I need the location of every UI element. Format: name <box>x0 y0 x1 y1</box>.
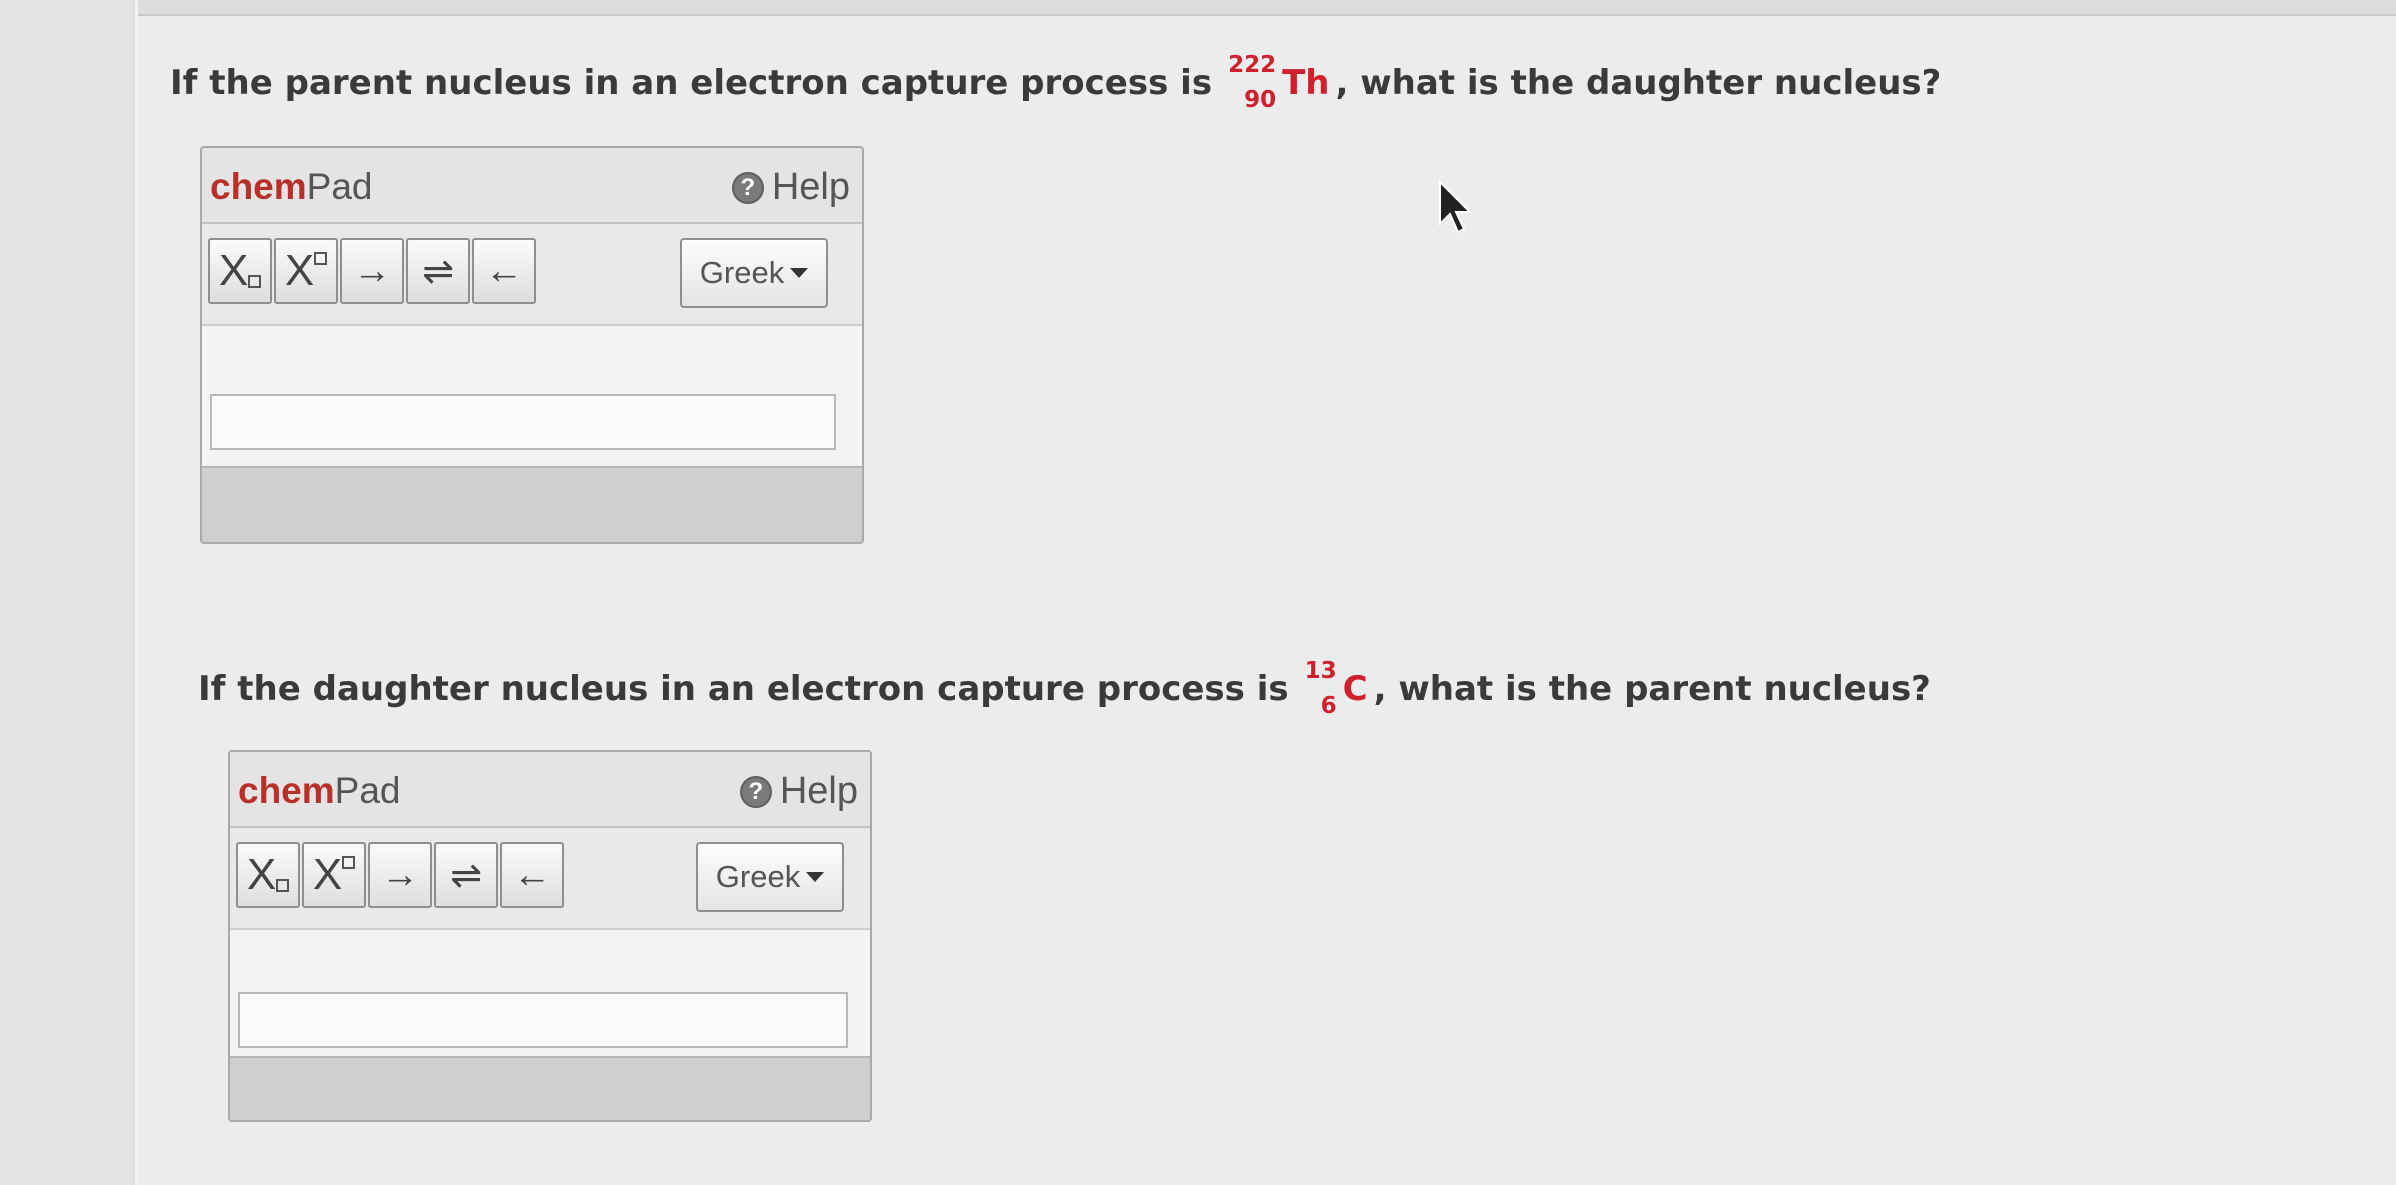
left-arrow-button[interactable]: ← <box>472 238 536 304</box>
subscript-icon <box>248 275 262 288</box>
equilibrium-arrow-icon: ⇌ <box>450 854 482 897</box>
greek-label: Greek <box>699 255 785 290</box>
superscript-icon <box>314 252 328 265</box>
help-label: Help <box>779 770 858 812</box>
help-link[interactable]: ? Help <box>731 166 850 209</box>
greek-dropdown[interactable]: Greek <box>680 238 828 308</box>
left-margin <box>0 0 138 1185</box>
atomic-number: 6 <box>1320 693 1337 719</box>
equilibrium-arrow-button[interactable]: ⇌ <box>406 238 470 304</box>
nuclide-thorium: 222 90 Th <box>1228 54 1329 112</box>
answer-input-2[interactable] <box>238 992 848 1048</box>
equilibrium-arrow-button[interactable]: ⇌ <box>434 842 498 908</box>
subscript-button[interactable]: X <box>236 842 300 908</box>
right-arrow-icon: → <box>381 853 419 896</box>
chempad-logo: chemPad <box>210 166 373 207</box>
superscript-icon <box>342 856 356 869</box>
question-1-text: If the parent nucleus in an electron cap… <box>170 54 1941 112</box>
help-link[interactable]: ? Help <box>739 770 858 813</box>
right-arrow-button[interactable]: → <box>340 238 404 304</box>
question-2-text: If the daughter nucleus in an electron c… <box>198 660 1931 718</box>
question-2-prefix: If the daughter nucleus in an electron c… <box>198 669 1289 709</box>
chempad-footer <box>230 1056 870 1120</box>
subscript-button[interactable]: X <box>208 238 272 304</box>
mass-number: 13 <box>1304 658 1337 684</box>
chempad-footer <box>202 466 862 542</box>
subscript-icon <box>276 879 290 892</box>
chempad-2: chemPad ? Help X X → ⇌ ← Greek <box>228 750 872 1122</box>
answer-input-1[interactable] <box>210 394 836 450</box>
help-icon: ? <box>731 171 764 204</box>
question-1-prefix: If the parent nucleus in an electron cap… <box>170 63 1213 103</box>
greek-label: Greek <box>715 859 801 894</box>
chempad-editor <box>202 326 862 466</box>
greek-dropdown[interactable]: Greek <box>696 842 844 912</box>
nuclide-carbon: 13 6 C <box>1305 660 1368 718</box>
chempad-header: chemPad ? Help <box>202 148 862 224</box>
superscript-button[interactable]: X <box>274 238 338 304</box>
atomic-number: 90 <box>1244 87 1277 113</box>
chempad-editor <box>230 930 870 1056</box>
chempad-header: chemPad ? Help <box>230 752 870 828</box>
caret-down-icon <box>790 268 809 278</box>
browser-top-edge <box>0 0 2396 16</box>
equilibrium-arrow-icon: ⇌ <box>422 250 454 293</box>
caret-down-icon <box>806 872 825 882</box>
mouse-cursor-icon <box>1439 180 1473 234</box>
question-2-suffix: , what is the parent nucleus? <box>1373 669 1931 709</box>
mass-number: 222 <box>1228 52 1277 78</box>
element-symbol: C <box>1342 669 1368 709</box>
chempad-logo: chemPad <box>238 770 401 811</box>
right-arrow-icon: → <box>353 249 391 292</box>
left-arrow-icon: ← <box>513 853 551 896</box>
left-arrow-button[interactable]: ← <box>500 842 564 908</box>
left-arrow-icon: ← <box>485 249 523 292</box>
question-1-suffix: , what is the daughter nucleus? <box>1335 63 1942 103</box>
help-label: Help <box>771 166 850 208</box>
element-symbol: Th <box>1282 63 1330 103</box>
right-arrow-button[interactable]: → <box>368 842 432 908</box>
superscript-button[interactable]: X <box>302 842 366 908</box>
help-icon: ? <box>739 775 772 808</box>
chempad-1: chemPad ? Help X X → ⇌ ← Greek <box>200 146 864 544</box>
chempad-toolbar: X X → ⇌ ← Greek <box>230 828 870 930</box>
chempad-toolbar: X X → ⇌ ← Greek <box>202 224 862 326</box>
